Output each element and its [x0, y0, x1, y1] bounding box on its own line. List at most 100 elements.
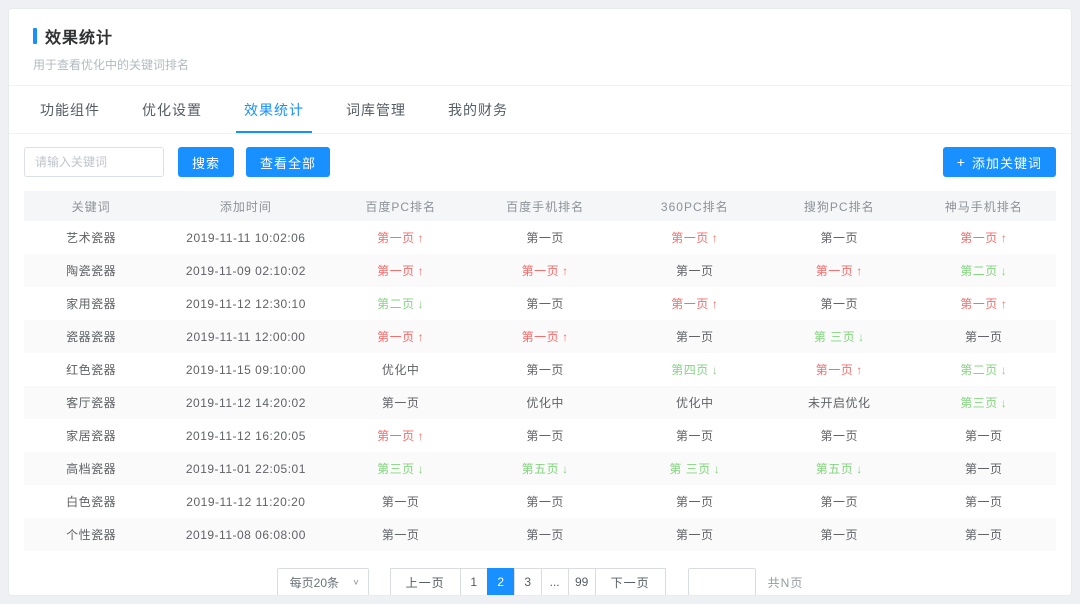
added-time-cell: 2019-11-11 12:00:00 — [158, 320, 333, 353]
arrow-down-icon: ↓ — [712, 363, 719, 377]
arrow-down-icon: ↓ — [562, 462, 569, 476]
added-time-cell: 2019-11-01 22:05:01 — [158, 452, 333, 485]
added-time-cell: 2019-11-12 12:30:10 — [158, 287, 333, 320]
keyword-cell: 白色瓷器 — [24, 485, 158, 518]
arrow-up-icon: ↑ — [418, 429, 425, 443]
page-ellipsis[interactable]: ... — [541, 568, 569, 596]
added-time-cell: 2019-11-12 14:20:02 — [158, 386, 333, 419]
rank-value: 第二页↓ — [960, 363, 1007, 377]
view-all-button[interactable]: 查看全部 — [246, 147, 330, 177]
rank-cell: 第一页 — [767, 287, 911, 320]
rank-cell: 第一页 — [911, 320, 1056, 353]
page-button-1[interactable]: 1 — [460, 568, 488, 596]
rank-cell: 第一页 — [623, 320, 767, 353]
rank-value: 第一页 — [676, 429, 714, 443]
rank-cell: 第一页↑ — [623, 221, 767, 254]
rank-value: 第一页 — [526, 429, 564, 443]
arrow-up-icon: ↑ — [1001, 231, 1008, 245]
page-button-2[interactable]: 2 — [487, 568, 515, 596]
rank-value: 第一页↑ — [960, 297, 1007, 311]
arrow-down-icon: ↓ — [856, 462, 863, 476]
toolbar: 搜索 查看全部 + 添加关键词 — [9, 134, 1071, 189]
chevron-down-icon: ∨ — [352, 578, 359, 587]
rank-value: 第一页↑ — [522, 264, 569, 278]
arrow-up-icon: ↑ — [418, 330, 425, 344]
arrow-down-icon: ↓ — [1001, 264, 1008, 278]
keyword-cell: 红色瓷器 — [24, 353, 158, 386]
rank-value: 第一页 — [965, 495, 1003, 509]
tab-我的财务[interactable]: 我的财务 — [440, 86, 516, 133]
page-header: 效果统计 用于查看优化中的关键词排名 — [9, 9, 1071, 85]
rank-value: 第四页↓ — [671, 363, 718, 377]
add-keyword-label: 添加关键词 — [972, 153, 1042, 172]
rank-value: 第一页 — [965, 462, 1003, 476]
arrow-up-icon: ↑ — [712, 231, 719, 245]
rank-cell: 第一页 — [468, 518, 623, 551]
rank-cell: 优化中 — [334, 353, 468, 386]
rank-value: 未开启优化 — [808, 396, 871, 410]
page-size-select[interactable]: 每页20条 ∨ — [277, 568, 369, 596]
rank-cell: 优化中 — [468, 386, 623, 419]
keyword-cell: 个性瓷器 — [24, 518, 158, 551]
next-page-button[interactable]: 下一页 — [595, 568, 666, 596]
rank-value: 第一页 — [526, 363, 564, 377]
rank-value: 第五页↓ — [816, 462, 863, 476]
rank-cell: 第 三页↓ — [623, 452, 767, 485]
search-input[interactable] — [24, 147, 164, 177]
tab-功能组件[interactable]: 功能组件 — [32, 86, 108, 133]
plus-icon: + — [957, 154, 966, 170]
rank-cell: 第一页 — [767, 518, 911, 551]
rank-value: 第 三页↓ — [669, 462, 720, 476]
table-row: 家居瓷器2019-11-12 16:20:05第一页↑第一页第一页第一页第一页 — [24, 419, 1056, 452]
tab-优化设置[interactable]: 优化设置 — [134, 86, 210, 133]
rank-value: 第三页↓ — [377, 462, 424, 476]
keyword-cell: 高档瓷器 — [24, 452, 158, 485]
rank-value: 第一页↑ — [671, 297, 718, 311]
rank-value: 第一页↑ — [377, 330, 424, 344]
rank-cell: 第一页 — [767, 221, 911, 254]
tab-效果统计[interactable]: 效果统计 — [236, 86, 312, 133]
arrow-up-icon: ↑ — [1001, 297, 1008, 311]
rank-value: 第一页 — [382, 396, 420, 410]
rank-cell: 第 三页↓ — [767, 320, 911, 353]
rank-value: 第一页 — [820, 528, 858, 542]
rank-cell: 第一页 — [911, 419, 1056, 452]
tab-bar: 功能组件优化设置效果统计词库管理我的财务 — [9, 86, 1071, 133]
rank-value: 第三页↓ — [960, 396, 1007, 410]
rank-cell: 第一页↑ — [468, 254, 623, 287]
page-jump-input[interactable] — [688, 568, 756, 596]
arrow-down-icon: ↓ — [418, 462, 425, 476]
column-header: 搜狗PC排名 — [767, 191, 911, 221]
added-time-cell: 2019-11-12 11:20:20 — [158, 485, 333, 518]
column-header: 关键词 — [24, 191, 158, 221]
rank-cell: 第一页 — [911, 485, 1056, 518]
rank-value: 第一页 — [965, 330, 1003, 344]
column-header: 360PC排名 — [623, 191, 767, 221]
rank-value: 第一页 — [526, 231, 564, 245]
rank-cell: 第一页 — [911, 518, 1056, 551]
search-button[interactable]: 搜索 — [178, 147, 234, 177]
total-pages-label: 共N页 — [768, 574, 804, 591]
rank-value: 优化中 — [676, 396, 714, 410]
table-row: 家用瓷器2019-11-12 12:30:10第二页↓第一页第一页↑第一页第一页… — [24, 287, 1056, 320]
rank-cell: 第五页↓ — [468, 452, 623, 485]
page-button-99[interactable]: 99 — [568, 568, 596, 596]
rank-value: 第一页 — [676, 528, 714, 542]
page-subtitle: 用于查看优化中的关键词排名 — [33, 56, 1047, 73]
rank-value: 第一页↑ — [816, 363, 863, 377]
rank-value: 第一页 — [526, 297, 564, 311]
rank-cell: 第四页↓ — [623, 353, 767, 386]
rank-value: 第二页↓ — [960, 264, 1007, 278]
rank-value: 第一页 — [382, 495, 420, 509]
rank-cell: 第一页 — [468, 221, 623, 254]
tab-词库管理[interactable]: 词库管理 — [338, 86, 414, 133]
rank-value: 第一页 — [820, 297, 858, 311]
rank-value: 第一页↑ — [816, 264, 863, 278]
column-header: 百度手机排名 — [468, 191, 623, 221]
arrow-down-icon: ↓ — [1001, 363, 1008, 377]
prev-page-button[interactable]: 上一页 — [390, 568, 461, 596]
table-header-row: 关键词添加时间百度PC排名百度手机排名360PC排名搜狗PC排名神马手机排名 — [24, 191, 1056, 221]
rank-value: 第一页↑ — [671, 231, 718, 245]
page-button-3[interactable]: 3 — [514, 568, 542, 596]
add-keyword-button[interactable]: + 添加关键词 — [943, 147, 1056, 177]
